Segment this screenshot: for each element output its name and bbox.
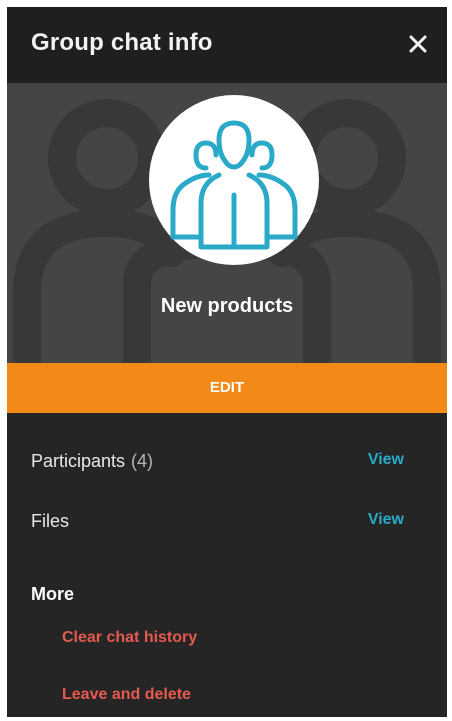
group-people-icon [170,120,298,250]
clear-chat-history-link[interactable]: Clear chat history [62,629,197,647]
close-icon [409,35,427,53]
files-view-link[interactable]: View [368,511,404,529]
close-button[interactable] [403,29,433,59]
group-name: New products [160,295,294,317]
participants-label-group: Participants (4) [31,451,153,472]
participants-row: Participants (4) View [7,447,447,477]
group-hero: New products [7,83,447,363]
files-row: Files View [7,507,447,537]
leave-and-delete-link[interactable]: Leave and delete [62,686,191,704]
page-title: Group chat info [31,29,213,56]
files-label: Files [31,511,70,531]
more-heading: More [31,584,75,604]
participants-view-link[interactable]: View [368,451,404,469]
edit-button[interactable]: EDIT [7,363,447,413]
panel-header: Group chat info [7,7,447,83]
participants-label: Participants [31,451,126,471]
group-avatar[interactable] [149,95,319,265]
participants-count: (4) [131,451,154,471]
group-chat-info-panel: Group chat info New products EDIT Partic… [7,7,447,717]
